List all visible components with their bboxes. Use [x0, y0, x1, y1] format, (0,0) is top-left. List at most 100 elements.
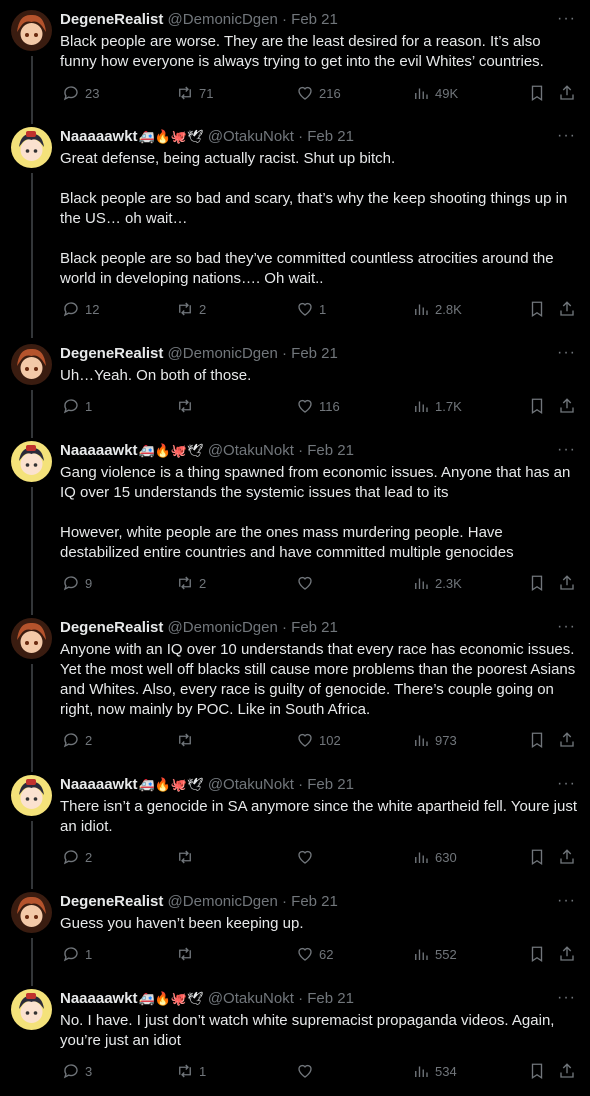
- share-button[interactable]: [558, 395, 576, 417]
- share-button[interactable]: [558, 572, 576, 594]
- thread-line: [31, 173, 33, 338]
- views-button[interactable]: 2.3K: [412, 572, 462, 594]
- tweet-time[interactable]: Feb 21: [307, 128, 354, 145]
- more-options-icon[interactable]: ···: [557, 10, 576, 28]
- tweet-actions: 3 1 534: [60, 1060, 580, 1082]
- author-name[interactable]: DegeneRealist: [60, 619, 163, 636]
- avatar[interactable]: [11, 618, 52, 659]
- views-button[interactable]: 1.7K: [412, 395, 462, 417]
- bookmark-button[interactable]: [528, 943, 546, 965]
- share-button[interactable]: [558, 1060, 576, 1082]
- author-name[interactable]: Naaaaawkt: [60, 128, 138, 145]
- author-name[interactable]: Naaaaawkt: [60, 990, 138, 1007]
- bookmark-button[interactable]: [528, 729, 546, 751]
- avatar[interactable]: [11, 344, 52, 385]
- tweet-time[interactable]: Feb 21: [291, 619, 338, 636]
- repost-button[interactable]: 2: [176, 572, 206, 594]
- avatar[interactable]: [11, 775, 52, 816]
- views-icon: [415, 578, 428, 589]
- bookmark-icon: [531, 575, 543, 592]
- reply-icon: [63, 1064, 78, 1079]
- author-name[interactable]: DegeneRealist: [60, 11, 163, 28]
- like-button[interactable]: [296, 572, 319, 594]
- author-handle[interactable]: @OtakuNokt: [208, 128, 294, 145]
- repost-button[interactable]: [176, 395, 199, 417]
- views-button[interactable]: 534: [412, 1060, 457, 1082]
- tweet-actions: 1 116 1.7K: [60, 395, 580, 417]
- more-options-icon[interactable]: ···: [557, 892, 576, 910]
- bookmark-button[interactable]: [528, 572, 546, 594]
- author-handle[interactable]: @OtakuNokt: [208, 442, 294, 459]
- share-button[interactable]: [558, 943, 576, 965]
- repost-button[interactable]: 71: [176, 82, 213, 104]
- bookmark-button[interactable]: [528, 395, 546, 417]
- like-button[interactable]: [296, 1060, 319, 1082]
- author-name[interactable]: DegeneRealist: [60, 345, 163, 362]
- avatar[interactable]: [11, 127, 52, 168]
- like-button[interactable]: 116: [296, 395, 340, 417]
- more-options-icon[interactable]: ···: [557, 441, 576, 459]
- tweet-time[interactable]: Feb 21: [307, 990, 354, 1007]
- repost-button[interactable]: 1: [176, 1060, 206, 1082]
- reply-button[interactable]: 3: [62, 1060, 92, 1082]
- author-handle[interactable]: @OtakuNokt: [208, 776, 294, 793]
- repost-button[interactable]: [176, 943, 199, 965]
- tweet-time[interactable]: Feb 21: [291, 893, 338, 910]
- share-icon: [560, 575, 574, 590]
- repost-icon: [179, 850, 191, 864]
- reply-button[interactable]: 2: [62, 846, 92, 868]
- reply-button[interactable]: 23: [62, 82, 99, 104]
- repost-count: 1: [199, 1063, 207, 1079]
- more-options-icon[interactable]: ···: [557, 127, 576, 145]
- share-button[interactable]: [558, 846, 576, 868]
- repost-icon: [179, 1064, 191, 1078]
- bookmark-button[interactable]: [528, 82, 546, 104]
- reply-button[interactable]: 1: [62, 943, 92, 965]
- tweet-time[interactable]: Feb 21: [307, 442, 354, 459]
- author-name[interactable]: DegeneRealist: [60, 893, 163, 910]
- repost-button[interactable]: 2: [176, 298, 206, 320]
- avatar[interactable]: [11, 892, 52, 933]
- bookmark-button[interactable]: [528, 298, 546, 320]
- views-button[interactable]: 2.8K: [412, 298, 462, 320]
- like-button[interactable]: 216: [296, 82, 341, 104]
- author-handle[interactable]: @DemonicDgen: [168, 893, 278, 910]
- more-options-icon[interactable]: ···: [557, 344, 576, 362]
- views-button[interactable]: 552: [412, 943, 457, 965]
- like-button[interactable]: 1: [296, 298, 326, 320]
- more-options-icon[interactable]: ···: [557, 775, 576, 793]
- bookmark-button[interactable]: [528, 1060, 546, 1082]
- author-handle[interactable]: @DemonicDgen: [168, 345, 278, 362]
- tweet-actions: 1 62 552: [60, 943, 580, 965]
- reply-button[interactable]: 1: [62, 395, 92, 417]
- share-button[interactable]: [558, 82, 576, 104]
- like-button[interactable]: 62: [296, 943, 333, 965]
- share-button[interactable]: [558, 298, 576, 320]
- reply-button[interactable]: 2: [62, 729, 92, 751]
- views-button[interactable]: 973: [412, 729, 457, 751]
- author-handle[interactable]: @DemonicDgen: [168, 11, 278, 28]
- author-handle[interactable]: @DemonicDgen: [168, 619, 278, 636]
- like-button[interactable]: [296, 846, 319, 868]
- reply-button[interactable]: 12: [62, 298, 99, 320]
- bookmark-button[interactable]: [528, 846, 546, 868]
- more-options-icon[interactable]: ···: [557, 989, 576, 1007]
- avatar[interactable]: [11, 10, 52, 51]
- tweet-time[interactable]: Feb 21: [291, 11, 338, 28]
- views-button[interactable]: 630: [412, 846, 457, 868]
- repost-button[interactable]: [176, 729, 199, 751]
- author-name[interactable]: Naaaaawkt: [60, 442, 138, 459]
- author-name[interactable]: Naaaaawkt: [60, 776, 138, 793]
- repost-icon: [179, 302, 191, 316]
- views-button[interactable]: 49K: [412, 82, 458, 104]
- share-button[interactable]: [558, 729, 576, 751]
- tweet-time[interactable]: Feb 21: [291, 345, 338, 362]
- avatar[interactable]: [11, 441, 52, 482]
- like-button[interactable]: 102: [296, 729, 341, 751]
- repost-button[interactable]: [176, 846, 199, 868]
- more-options-icon[interactable]: ···: [557, 618, 576, 636]
- tweet-time[interactable]: Feb 21: [307, 776, 354, 793]
- author-handle[interactable]: @OtakuNokt: [208, 990, 294, 1007]
- reply-button[interactable]: 9: [62, 572, 92, 594]
- avatar[interactable]: [11, 989, 52, 1030]
